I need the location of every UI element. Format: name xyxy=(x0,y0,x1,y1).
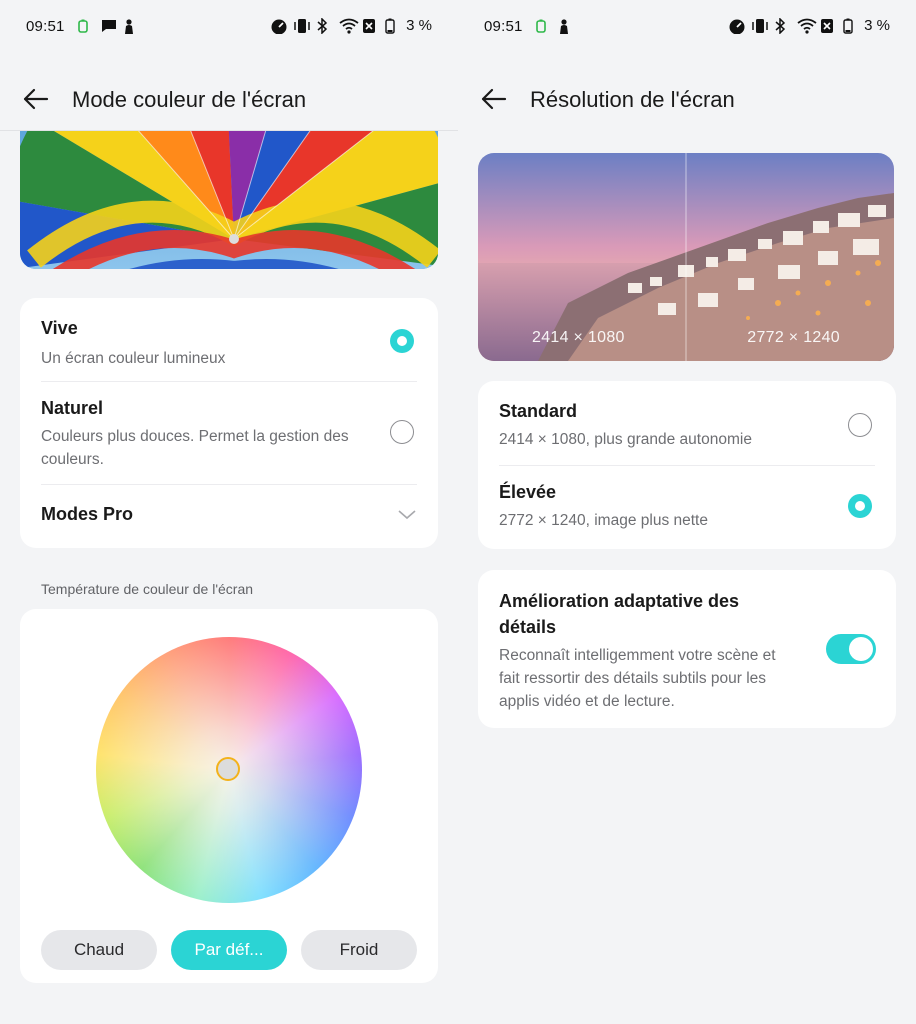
high-resolution-label: 2772 × 1240 xyxy=(747,329,840,346)
cold-button[interactable]: Froid xyxy=(301,930,417,970)
option-subtitle: Un écran couleur lumineux xyxy=(41,350,226,367)
app-header: Résolution de l'écran xyxy=(458,74,916,124)
battery-icon xyxy=(385,18,401,34)
page-title: Résolution de l'écran xyxy=(530,87,735,112)
adaptive-subtitle: Reconnaît intelligemment votre scène et … xyxy=(499,647,776,710)
option-title: Élevée xyxy=(499,482,557,502)
temperature-card: Chaud Par déf... Froid xyxy=(20,609,438,983)
back-button[interactable] xyxy=(480,86,508,112)
status-bar: 09:51 3 % xyxy=(0,0,458,56)
radio-naturel[interactable] xyxy=(390,420,414,444)
standard-resolution-label: 2414 × 1080 xyxy=(532,329,625,346)
back-button[interactable] xyxy=(22,86,50,112)
resolution-screen: 09:51 3 % Résolution de l'écran 2414 × 1… xyxy=(458,0,916,1024)
option-vive[interactable]: Vive Un écran couleur lumineux xyxy=(20,318,438,378)
radio-elevee-selected[interactable] xyxy=(848,494,872,518)
battery-percent: 3 % xyxy=(406,17,432,34)
divider xyxy=(499,465,875,466)
divider xyxy=(41,484,417,485)
default-button[interactable]: Par déf... xyxy=(171,930,287,970)
color-temperature-wheel[interactable] xyxy=(96,637,362,903)
back-arrow-icon xyxy=(481,88,507,110)
color-preview-image xyxy=(20,131,438,269)
option-subtitle: 2414 × 1080, plus grande autonomie xyxy=(499,431,752,448)
option-subtitle: Couleurs plus douces. Permet la gestion … xyxy=(41,428,349,468)
no-sim-icon xyxy=(362,18,378,34)
no-sim-icon xyxy=(820,18,836,34)
divider xyxy=(41,381,417,382)
wifi-icon xyxy=(339,18,359,34)
option-title: Naturel xyxy=(41,398,104,418)
radio-standard[interactable] xyxy=(848,413,872,437)
option-elevee[interactable]: Élevée 2772 × 1240, image plus nette xyxy=(478,482,896,538)
battery-saver-icon xyxy=(536,19,552,35)
resolution-preview-image: 2414 × 1080 2772 × 1240 xyxy=(478,153,894,361)
bluetooth-icon xyxy=(774,16,790,35)
option-standard[interactable]: Standard 2414 × 1080, plus grande autono… xyxy=(478,401,896,457)
status-time: 09:51 xyxy=(26,18,65,35)
battery-icon xyxy=(843,18,859,34)
option-naturel[interactable]: Naturel Couleurs plus douces. Permet la … xyxy=(20,398,438,476)
option-subtitle: 2772 × 1240, image plus nette xyxy=(499,512,708,529)
battery-saver-icon xyxy=(78,19,94,35)
person-icon xyxy=(559,19,575,35)
status-bar: 09:51 3 % xyxy=(458,0,916,56)
vibrate-icon xyxy=(293,18,310,34)
option-title: Vive xyxy=(41,318,78,338)
color-wheel-knob[interactable] xyxy=(216,757,240,781)
option-title: Standard xyxy=(499,401,578,421)
message-icon xyxy=(101,19,117,35)
page-title: Mode couleur de l'écran xyxy=(72,87,307,112)
radio-vive-selected[interactable] xyxy=(390,329,414,353)
pro-modes-row[interactable]: Modes Pro xyxy=(20,504,438,534)
app-header: Mode couleur de l'écran xyxy=(0,74,458,124)
status-time: 09:51 xyxy=(484,18,523,35)
vibrate-icon xyxy=(751,18,768,34)
bluetooth-icon xyxy=(316,16,332,35)
temperature-section-label: Température de couleur de l'écran xyxy=(41,581,254,597)
speed-icon xyxy=(270,18,287,34)
adaptive-toggle[interactable] xyxy=(826,634,876,664)
adaptive-detail-card: Amélioration adaptative des détails Reco… xyxy=(478,570,896,728)
back-arrow-icon xyxy=(23,88,49,110)
pro-modes-label: Modes Pro xyxy=(41,504,134,524)
warm-button[interactable]: Chaud xyxy=(41,930,157,970)
adaptive-title: Amélioration adaptative des détails xyxy=(499,591,740,637)
chevron-down-icon xyxy=(398,508,416,526)
speed-icon xyxy=(728,18,745,34)
person-icon xyxy=(124,19,140,35)
wifi-icon xyxy=(797,18,817,34)
color-mode-screen: 09:51 3 % Mode couleur de l'écran Vive U… xyxy=(0,0,458,1024)
battery-percent: 3 % xyxy=(864,17,890,34)
